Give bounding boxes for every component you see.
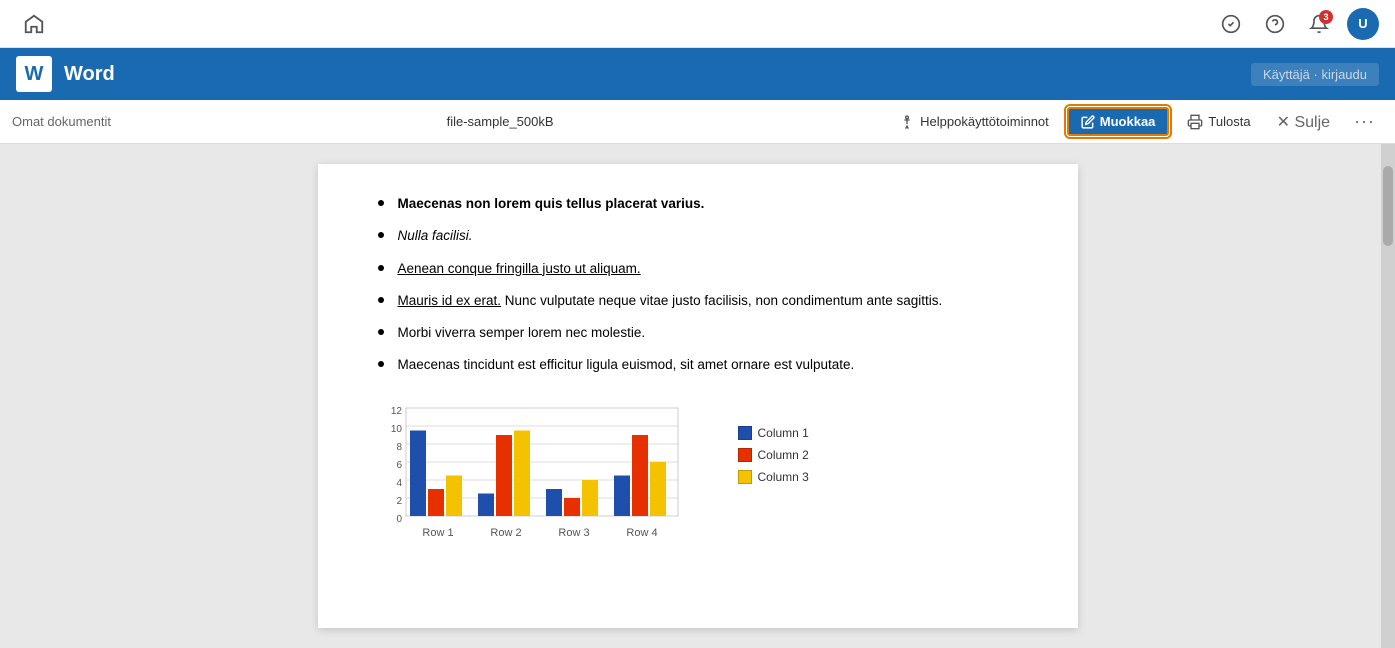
print-label: Tulosta xyxy=(1208,114,1250,129)
legend-label-col3: Column 3 xyxy=(758,470,809,484)
doc-page: Maecenas non lorem quis tellus placerat … xyxy=(318,164,1078,628)
my-docs-link[interactable]: Omat dokumentit xyxy=(12,114,111,129)
svg-text:4: 4 xyxy=(396,478,402,489)
check-icon[interactable] xyxy=(1215,8,1247,40)
notification-badge: 3 xyxy=(1319,10,1333,24)
chart-svg: 12 10 8 6 4 2 0 xyxy=(378,396,718,611)
bar-row2-col2 xyxy=(496,435,512,516)
bar-row4-col2 xyxy=(632,435,648,516)
bullet-dot xyxy=(378,297,384,303)
word-header: W Word Käyttäjä · kirjaudu xyxy=(0,48,1395,100)
list-item-text: Maecenas non lorem quis tellus placerat … xyxy=(398,194,705,214)
svg-text:12: 12 xyxy=(390,406,402,417)
app-title: Word xyxy=(64,63,115,86)
legend-item-col2: Column 2 xyxy=(738,448,809,462)
legend-color-col1 xyxy=(738,426,752,440)
svg-text:8: 8 xyxy=(396,442,402,453)
accessibility-button[interactable]: Helppokäyttötoiminnot xyxy=(889,109,1059,135)
scrollbar-thumb[interactable] xyxy=(1383,166,1393,246)
legend-item-col3: Column 3 xyxy=(738,470,809,484)
edit-label: Muokkaa xyxy=(1100,114,1156,129)
legend-color-col3 xyxy=(738,470,752,484)
edit-button[interactable]: Muokkaa xyxy=(1067,107,1170,136)
bullet-list: Maecenas non lorem quis tellus placerat … xyxy=(378,194,1018,376)
bar-row4-col3 xyxy=(650,462,666,516)
bar-row1-col3 xyxy=(446,475,462,516)
legend-label-col1: Column 1 xyxy=(758,426,809,440)
bullet-dot xyxy=(378,361,384,367)
svg-text:6: 6 xyxy=(396,460,402,471)
list-item-text: Nulla facilisi. xyxy=(398,226,473,246)
list-item-text: Mauris id ex erat. Nunc vulputate neque … xyxy=(398,291,943,311)
svg-text:Row 1: Row 1 xyxy=(422,527,453,539)
svg-text:2: 2 xyxy=(396,496,402,507)
accessibility-label: Helppokäyttötoiminnot xyxy=(920,114,1049,129)
system-bar: 3 U xyxy=(0,0,1395,48)
system-bar-left xyxy=(16,6,52,42)
print-button[interactable]: Tulosta xyxy=(1177,109,1260,135)
list-item-text: Aenean conque fringilla justo ut aliquam… xyxy=(398,259,641,279)
doc-toolbar: Omat dokumentit file-sample_500kB Helppo… xyxy=(0,100,1395,144)
word-logo: W xyxy=(16,56,52,92)
close-button[interactable]: ✕ Sulje xyxy=(1269,107,1338,137)
bar-chart: 12 10 8 6 4 2 0 xyxy=(378,396,718,606)
list-item: Maecenas non lorem quis tellus placerat … xyxy=(378,194,1018,214)
accessibility-icon xyxy=(899,114,915,130)
bar-row2-col1 xyxy=(478,493,494,516)
bar-row3-col1 xyxy=(546,489,562,516)
bullet-dot xyxy=(378,265,384,271)
bar-row3-col3 xyxy=(582,480,598,516)
svg-text:Row 2: Row 2 xyxy=(490,527,521,539)
word-logo-letter: W xyxy=(25,63,44,86)
legend-label-col2: Column 2 xyxy=(758,448,809,462)
print-icon xyxy=(1187,114,1203,130)
avatar[interactable]: U xyxy=(1347,8,1379,40)
bullet-dot xyxy=(378,232,384,238)
doc-filename: file-sample_500kB xyxy=(119,114,881,129)
svg-text:0: 0 xyxy=(396,514,402,525)
svg-text:Row 3: Row 3 xyxy=(558,527,589,539)
scrollbar[interactable] xyxy=(1381,144,1395,648)
close-label: Sulje xyxy=(1294,114,1330,131)
list-item: Aenean conque fringilla justo ut aliquam… xyxy=(378,259,1018,279)
bar-row3-col2 xyxy=(564,498,580,516)
list-item-text: Morbi viverra semper lorem nec molestie. xyxy=(398,323,646,343)
more-button[interactable]: ··· xyxy=(1346,106,1383,137)
list-item: Maecenas tincidunt est efficitur ligula … xyxy=(378,355,1018,375)
legend-item-col1: Column 1 xyxy=(738,426,809,440)
system-bar-right: 3 U xyxy=(1215,8,1379,40)
doc-area: Maecenas non lorem quis tellus placerat … xyxy=(0,144,1395,648)
edit-pencil-icon xyxy=(1081,115,1095,129)
list-item-text: Maecenas tincidunt est efficitur ligula … xyxy=(398,355,855,375)
help-icon[interactable] xyxy=(1259,8,1291,40)
header-user[interactable]: Käyttäjä · kirjaudu xyxy=(1251,63,1379,86)
list-item: Nulla facilisi. xyxy=(378,226,1018,246)
notification-icon[interactable]: 3 xyxy=(1303,8,1335,40)
list-item: Mauris id ex erat. Nunc vulputate neque … xyxy=(378,291,1018,311)
bar-row1-col1 xyxy=(410,430,426,516)
list-item: Morbi viverra semper lorem nec molestie. xyxy=(378,323,1018,343)
bar-row2-col3 xyxy=(514,430,530,516)
bullet-dot xyxy=(378,329,384,335)
svg-text:10: 10 xyxy=(390,424,402,435)
chart-container: 12 10 8 6 4 2 0 xyxy=(378,396,1018,611)
bullet-dot xyxy=(378,200,384,206)
bar-row1-col2 xyxy=(428,489,444,516)
home-button[interactable] xyxy=(16,6,52,42)
bar-row4-col1 xyxy=(614,475,630,516)
legend-color-col2 xyxy=(738,448,752,462)
svg-text:Row 4: Row 4 xyxy=(626,527,657,539)
chart-legend: Column 1 Column 2 Column 3 xyxy=(738,396,809,484)
